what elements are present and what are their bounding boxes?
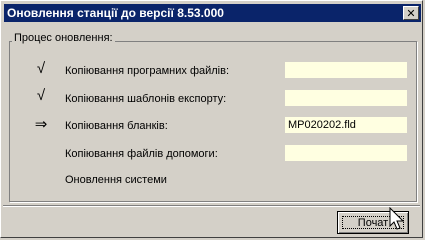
step-label-help-files: Копіювання файлів допомоги:: [65, 148, 218, 160]
step-label-program-files: Копіювання програмних файлів:: [65, 65, 230, 77]
update-dialog: Оновлення станції до версії 8.53.000 ✕ П…: [0, 0, 423, 238]
step-field-export-templates: [285, 90, 407, 106]
title-bar[interactable]: Оновлення станції до версії 8.53.000 ✕: [4, 4, 421, 22]
window-title: Оновлення станції до версії 8.53.000: [7, 6, 224, 20]
separator: [3, 205, 420, 207]
step-field-forms: MP020202.fld: [285, 117, 407, 133]
step-label-forms: Копіювання бланків:: [65, 120, 168, 132]
step-label-export-templates: Копіювання шаблонів експорту:: [65, 93, 227, 105]
close-icon: ✕: [406, 8, 416, 20]
group-label: Процес оновлення:: [12, 32, 115, 44]
step-field-program-files: [285, 62, 407, 78]
checkmark-icon: √: [36, 60, 46, 77]
close-button[interactable]: ✕: [403, 6, 419, 20]
arrow-right-icon: ⇒: [34, 116, 48, 133]
mouse-pointer-icon: [389, 207, 405, 230]
checkmark-icon: √: [36, 87, 46, 104]
step-label-system-update: Оновлення системи: [65, 174, 167, 186]
step-field-help-files: [285, 145, 407, 161]
